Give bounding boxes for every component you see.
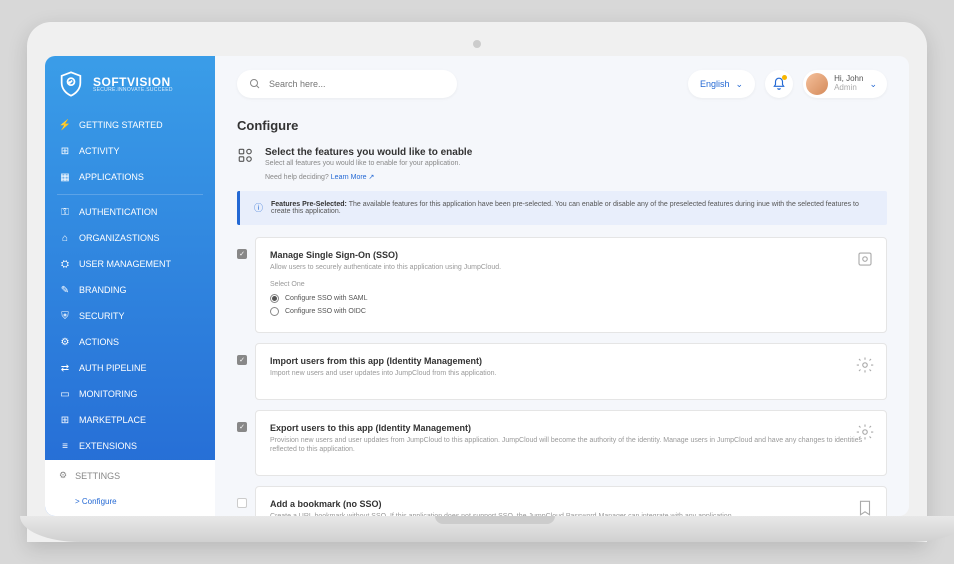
shield-logo-icon [57,70,85,98]
feature-desc: Allow users to securely authenticate int… [270,263,872,273]
topbar: English ⌄ Hi, John Admin ⌄ [215,56,909,108]
feature-icon [856,423,874,441]
feature-title: Manage Single Sign-On (SSO) [270,250,872,260]
sidebar-item-monitoring[interactable]: ▭ MONITORING [45,381,215,407]
feature-title: Export users to this app (Identity Manag… [270,423,872,433]
nav-label: MARKETPLACE [79,415,146,425]
sidebar: SOFTVISION SECURE.INNOVATE.SUCCEED ⚡ GETT… [45,56,215,516]
sidebar-item-marketplace[interactable]: ⊞ MARKETPLACE [45,407,215,433]
feature-card: Manage Single Sign-On (SSO) Allow users t… [255,237,887,333]
settings-label: SETTINGS [75,471,120,481]
feature-title: Import users from this app (Identity Man… [270,356,872,366]
feature-title: Add a bookmark (no SSO) [270,499,872,509]
page-title: Configure [237,118,887,133]
intro-title: Select the features you would like to en… [265,147,472,158]
feature-icon [856,356,874,374]
nav-icon: ⚡ [59,119,71,131]
nav-label: AUTH PIPELINE [79,363,147,373]
option-label: Select One [270,281,872,288]
nav-icon: ✎ [59,284,71,296]
feature-card: Import users from this app (Identity Man… [255,343,887,400]
nav-icon: ⚙ [59,336,71,348]
features-icon [237,147,255,165]
radio-dot [270,307,279,316]
brand-tagline: SECURE.INNOVATE.SUCCEED [93,88,173,93]
info-icon: ⓘ [254,201,263,214]
search-input[interactable] [269,79,445,89]
avatar [806,73,828,95]
laptop-camera [473,40,481,48]
radio-option[interactable]: Configure SSO with SAML [270,294,872,303]
chevron-down-icon: ⌄ [736,79,744,90]
feature-desc: Provision new users and user updates fro… [270,436,872,456]
sidebar-item-extensions[interactable]: ≡ EXTENSIONS [45,433,215,459]
nav-label: USER MANAGEMENT [79,259,171,269]
sidebar-item-applications[interactable]: ▦ APPLICATIONS [45,164,215,190]
help-text: Need help deciding? Learn More ↗ [265,173,887,181]
sidebar-item-organizastions[interactable]: ⌂ ORGANIZASTIONS [45,225,215,251]
nav-label: APPLICATIONS [79,172,144,182]
sidebar-item-settings[interactable]: ⚙ SETTINGS [45,460,215,491]
sidebar-item-security[interactable]: ⛨ SECURITY [45,303,215,329]
nav-icon: ⛭ [59,258,71,270]
feature-checkbox[interactable]: ✓ [237,355,247,365]
nav-icon: ▭ [59,388,71,400]
language-selector[interactable]: English ⌄ [688,70,755,98]
radio-option[interactable]: Configure SSO with OIDC [270,307,872,316]
nav-icon: ⇄ [59,362,71,374]
user-menu[interactable]: Hi, John Admin ⌄ [803,70,887,98]
nav-label: SECURITY [79,311,125,321]
search-icon [249,78,261,90]
user-role: Admin [834,84,863,93]
radio-dot [270,294,279,303]
nav-label: EXTENSIONS [79,441,137,451]
nav-icon: ≡ [59,440,71,452]
nav-label: GETTING STARTED [79,120,163,130]
sidebar-item-user-management[interactable]: ⛭ USER MANAGEMENT [45,251,215,277]
feature-card: Export users to this app (Identity Manag… [255,410,887,477]
nav-divider [57,194,203,195]
feature-checkbox[interactable]: ✓ [237,422,247,432]
nav-label: ORGANIZASTIONS [79,233,160,243]
feature-card: Add a bookmark (no SSO)Create a URL book… [255,486,887,516]
nav-icon: ⚿ [59,206,71,218]
nav-icon: ⛨ [59,310,71,322]
feature-icon [856,250,874,268]
chevron-down-icon: ⌄ [869,79,877,90]
nav-label: MONITORING [79,389,137,399]
nav-icon: ▦ [59,171,71,183]
sidebar-item-getting-started[interactable]: ⚡ GETTING STARTED [45,112,215,138]
brand-logo[interactable]: SOFTVISION SECURE.INNOVATE.SUCCEED [45,56,215,112]
nav-icon: ⊞ [59,145,71,157]
sidebar-item-auth-pipeline[interactable]: ⇄ AUTH PIPELINE [45,355,215,381]
bell-icon [772,77,786,91]
laptop-base [20,516,954,542]
nav-label: ACTIONS [79,337,119,347]
feature-checkbox[interactable] [237,498,247,508]
sidebar-item-authentication[interactable]: ⚿ AUTHENTICATION [45,199,215,225]
nav-icon: ⊞ [59,414,71,426]
sidebar-item-activity[interactable]: ⊞ ACTIVITY [45,138,215,164]
sidebar-item-actions[interactable]: ⚙ ACTIONS [45,329,215,355]
intro-subtitle: Select all features you would like to en… [265,160,472,167]
search-box[interactable] [237,70,457,98]
sidebar-sub-configure[interactable]: Configure [45,491,215,516]
nav-label: ACTIVITY [79,146,120,156]
brand-name: SOFTVISION [93,76,173,88]
feature-desc: Import new users and user updates into J… [270,369,872,379]
notifications-button[interactable] [765,70,793,98]
sidebar-item-branding[interactable]: ✎ BRANDING [45,277,215,303]
link-icon: ⚙ [59,470,67,481]
feature-icon [856,499,874,516]
info-banner: ⓘ Features Pre-Selected: The available f… [237,191,887,225]
nav-label: BRANDING [79,285,127,295]
feature-checkbox[interactable]: ✓ [237,249,247,259]
nav-label: AUTHENTICATION [79,207,157,217]
nav-icon: ⌂ [59,232,71,244]
learn-more-link[interactable]: Learn More ↗ [331,174,375,181]
